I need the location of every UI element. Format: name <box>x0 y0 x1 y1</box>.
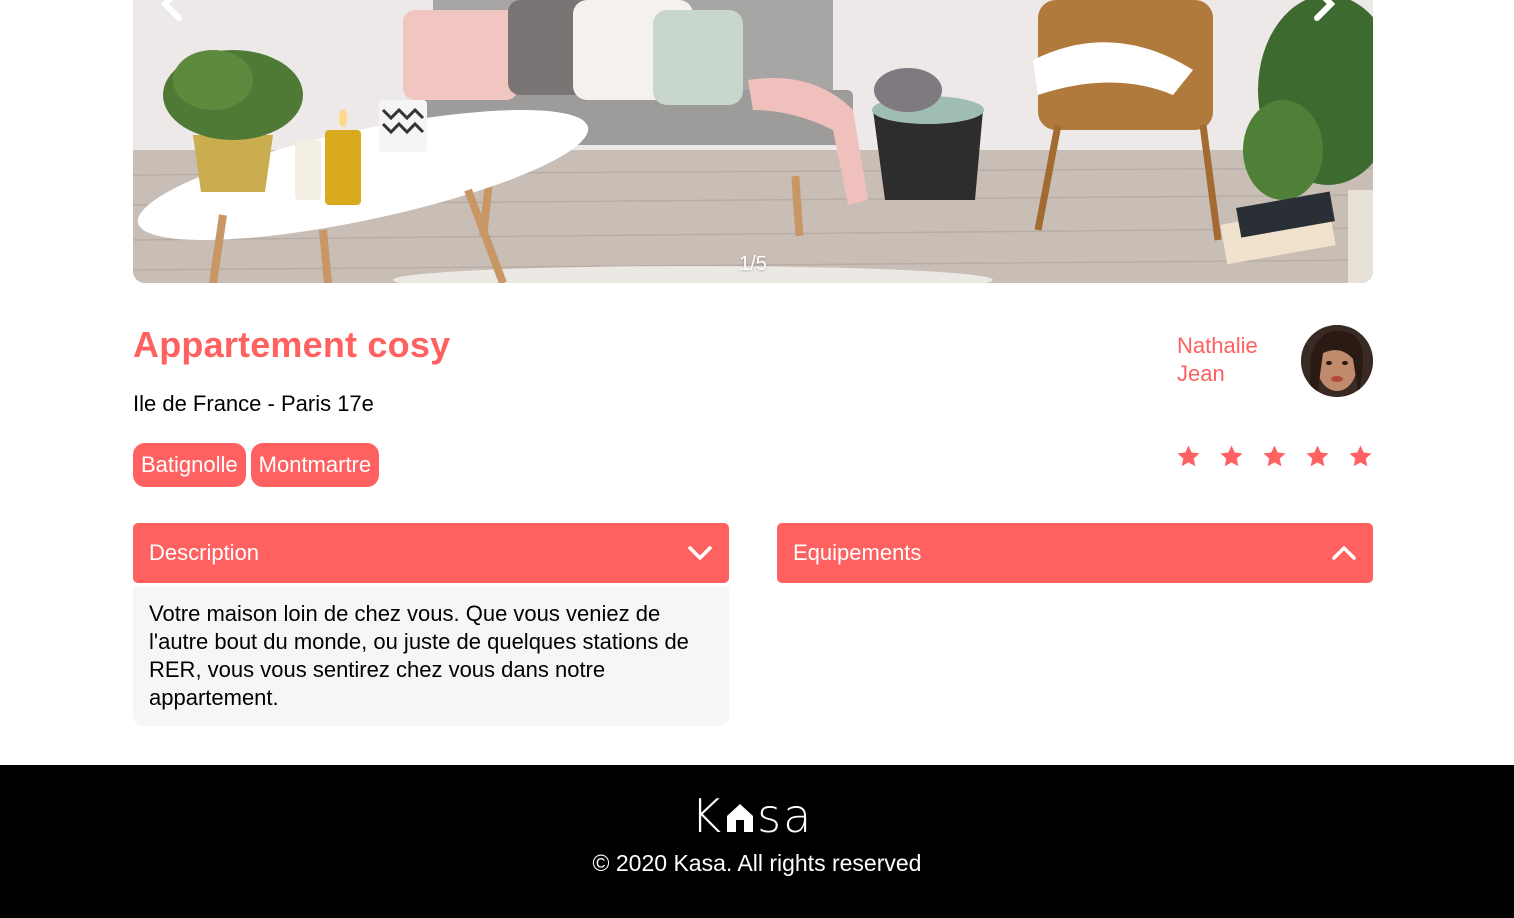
image-gallery: 1/5 <box>133 0 1373 283</box>
host-first-name: Nathalie <box>1177 333 1258 358</box>
chevron-down-icon <box>688 546 712 560</box>
listing-title: Appartement cosy <box>133 324 451 365</box>
star-icon <box>1220 445 1243 467</box>
star-icon <box>1349 445 1372 467</box>
copyright-text: © 2020 Kasa. All rights reserved <box>592 850 922 876</box>
chevron-left-icon[interactable] <box>151 0 191 30</box>
logo-letters-sa: sa <box>757 789 814 843</box>
description-collapse: Description Votre maison loin de chez vo… <box>133 523 729 726</box>
host-last-name: Jean <box>1177 361 1225 386</box>
gallery-photo <box>133 0 1373 283</box>
tag: Batignolle <box>133 443 246 487</box>
tag: Montmartre <box>250 443 380 487</box>
host-avatar <box>1301 325 1373 397</box>
chevron-right-icon[interactable] <box>1305 0 1345 30</box>
gallery-counter: 1/5 <box>739 253 767 275</box>
description-text: Votre maison loin de chez vous. Que vous… <box>133 587 729 726</box>
chevron-up-icon <box>1332 546 1356 560</box>
equipments-toggle[interactable]: Equipements <box>777 523 1373 583</box>
description-label: Description <box>149 540 260 565</box>
star-icon <box>1177 445 1200 467</box>
equipments-label: Equipements <box>793 540 922 565</box>
description-toggle[interactable]: Description <box>133 523 729 583</box>
equipments-collapse: Equipements <box>777 523 1373 583</box>
footer-logo[interactable]: K sa <box>691 789 814 843</box>
host-name: Nathalie Jean <box>1177 332 1287 388</box>
star-icon <box>1306 445 1329 467</box>
listing-location: Ile de France - Paris 17e <box>133 391 374 416</box>
rating <box>1176 444 1373 469</box>
star-icon <box>1263 445 1286 467</box>
house-icon <box>727 804 754 832</box>
tag-list: Batignolle Montmartre <box>133 443 380 487</box>
logo-letter-k: K <box>691 789 724 843</box>
